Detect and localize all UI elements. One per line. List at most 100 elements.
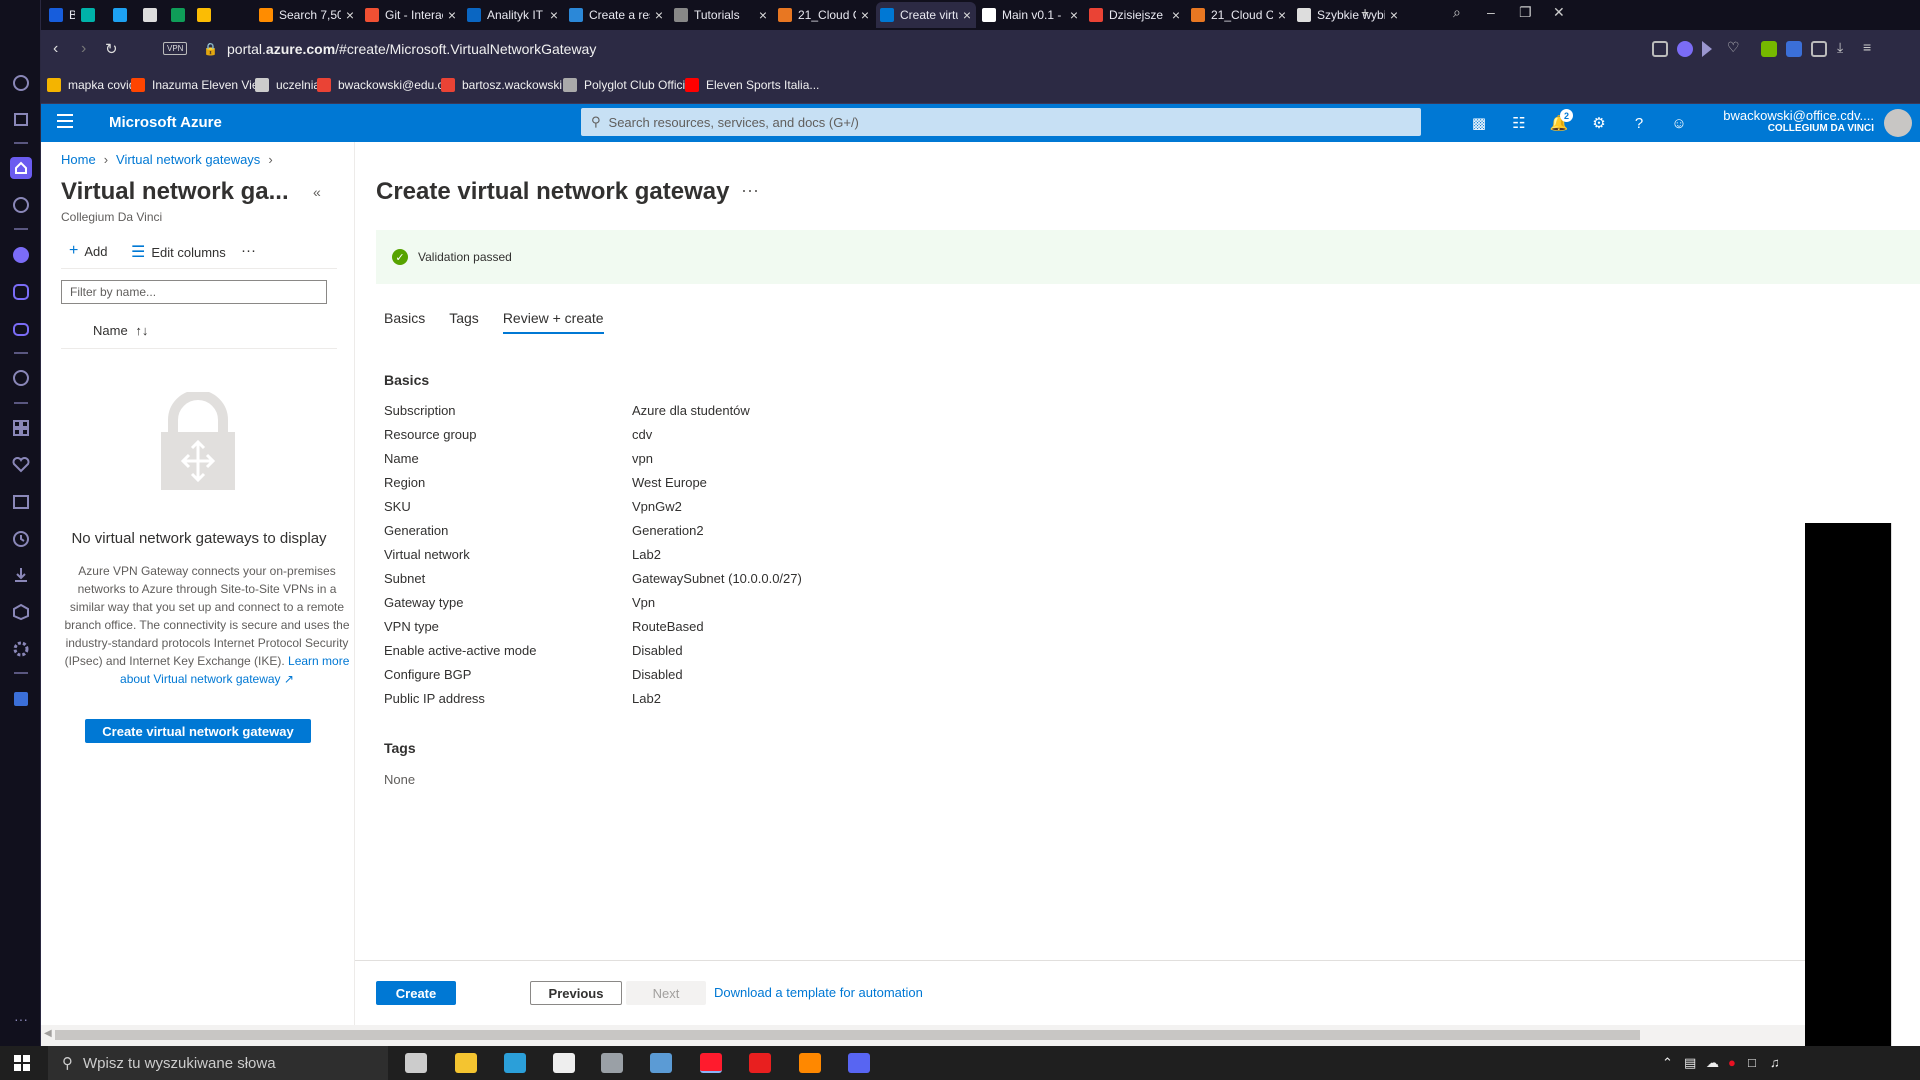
browser-tab[interactable]	[167, 2, 193, 28]
task-view-icon[interactable]	[405, 1053, 427, 1073]
scrollbar-thumb[interactable]	[55, 1030, 1640, 1040]
tab-tags[interactable]: Tags	[449, 310, 479, 334]
browser-tab[interactable]: Analityk IT - C×	[463, 2, 563, 28]
tab-close-icon[interactable]: ×	[1065, 7, 1083, 23]
column-header-name[interactable]: Name ↑↓	[93, 323, 148, 338]
apps-icon[interactable]	[10, 417, 32, 439]
shield-icon[interactable]	[1677, 41, 1693, 57]
browser-tab[interactable]: Dzisiejsze lab×	[1085, 2, 1185, 28]
menu-icon[interactable]: ≡	[1863, 39, 1879, 55]
browser-tab[interactable]	[109, 2, 137, 28]
filter-input[interactable]: Filter by name...	[61, 280, 327, 304]
chevron-up-icon[interactable]: ⌃	[1662, 1055, 1673, 1071]
browser-tab[interactable]: Main v0.1 - U×	[978, 2, 1083, 28]
opera-icon[interactable]	[700, 1053, 722, 1073]
more-icon[interactable]: ···	[741, 180, 759, 201]
download-icon[interactable]: ⤓	[1837, 39, 1853, 55]
camera-icon[interactable]	[1652, 41, 1668, 57]
network-icon[interactable]: □	[1748, 1055, 1756, 1070]
add-button[interactable]: + Add	[69, 242, 107, 260]
tab-basics[interactable]: Basics	[384, 310, 425, 334]
vpn-badge[interactable]: VPN	[163, 42, 188, 55]
tab-close-icon[interactable]: ×	[650, 7, 668, 23]
window-close-icon[interactable]: ✕	[1553, 4, 1565, 21]
player-icon[interactable]	[10, 367, 32, 389]
cloud-shell-icon[interactable]: ▩	[1469, 113, 1489, 133]
browser-tab[interactable]	[193, 2, 253, 28]
settings-icon[interactable]: ⚙	[1589, 113, 1609, 133]
reload-icon[interactable]: ↻	[105, 40, 118, 58]
browser-tab[interactable]: BW	[45, 2, 75, 28]
browser-tab[interactable]: Tutorials ×	[670, 2, 772, 28]
overlay-window-edge[interactable]	[1891, 523, 1920, 1046]
network-app-icon[interactable]	[650, 1053, 672, 1073]
smile-icon[interactable]	[10, 194, 32, 216]
heart-icon[interactable]	[10, 454, 32, 476]
browser-tab[interactable]: Search 7,500×	[255, 2, 359, 28]
store-icon[interactable]	[553, 1053, 575, 1073]
microphone-icon[interactable]: ●	[1728, 1055, 1736, 1070]
history-icon[interactable]	[10, 528, 32, 550]
tab-close-icon[interactable]: ×	[856, 7, 874, 23]
cube-icon[interactable]	[1811, 41, 1827, 57]
vlc-icon[interactable]	[799, 1053, 821, 1073]
tab-close-icon[interactable]: ×	[545, 7, 563, 23]
browser-tab[interactable]: Create a reso×	[565, 2, 668, 28]
global-search-input[interactable]: ⚲ Search resources, services, and docs (G…	[581, 108, 1421, 136]
more-icon[interactable]: ···	[10, 1008, 32, 1030]
discord-icon[interactable]	[848, 1053, 870, 1073]
discord-icon[interactable]	[10, 318, 32, 340]
acrobat-icon[interactable]	[749, 1053, 771, 1073]
url-field[interactable]: portal.azure.com/#create/Microsoft.Virtu…	[227, 41, 596, 57]
security-icon[interactable]	[601, 1053, 623, 1073]
browser-tab[interactable]: 21_Cloud Con×	[1187, 2, 1291, 28]
tab-close-icon[interactable]: ×	[443, 7, 461, 23]
horizontal-scrollbar[interactable]: ◀	[41, 1025, 1920, 1046]
bookmark-item[interactable]: bartosz.wackowski...	[441, 78, 572, 92]
volume-icon[interactable]: ♫	[1770, 1055, 1780, 1070]
bookmark-item[interactable]: mapka covid	[47, 78, 135, 92]
lock-icon[interactable]: 🔒	[203, 42, 218, 56]
instagram-icon[interactable]	[10, 281, 32, 303]
cloud-icon[interactable]: ☁	[1706, 1055, 1719, 1071]
workspace-icon[interactable]	[10, 108, 32, 130]
tab-review-create[interactable]: Review + create	[502, 310, 604, 334]
scroll-left-icon[interactable]: ◀	[44, 1028, 52, 1039]
restore-icon[interactable]: ❐	[1519, 4, 1532, 21]
vpn-ext-icon[interactable]	[1786, 41, 1802, 57]
collapse-icon[interactable]: «	[313, 184, 321, 200]
file-explorer-icon[interactable]	[455, 1053, 477, 1073]
forward-icon[interactable]: ›	[81, 40, 86, 58]
browser-tab[interactable]	[139, 2, 165, 28]
browser-tab[interactable]: Git - Interacti×	[361, 2, 461, 28]
extensions-icon[interactable]	[10, 601, 32, 623]
bookmark-item[interactable]: Eleven Sports Italia...	[685, 78, 819, 92]
bookmark-item[interactable]: bwackowski@edu.c...	[317, 78, 454, 92]
messenger-icon[interactable]	[10, 244, 32, 266]
bookmark-item[interactable]: Inazuma Eleven Vie...	[131, 78, 269, 92]
speed-dial-icon[interactable]	[10, 72, 32, 94]
previous-button[interactable]: Previous	[530, 981, 622, 1005]
tab-close-icon[interactable]: ×	[958, 7, 976, 23]
news-icon[interactable]	[10, 491, 32, 513]
create-button[interactable]: Create	[376, 981, 456, 1005]
tab-close-icon[interactable]: ×	[1167, 7, 1185, 23]
tab-close-icon[interactable]: ×	[341, 7, 359, 23]
next-button[interactable]: Next	[626, 981, 706, 1005]
downloads-icon[interactable]	[10, 564, 32, 586]
avatar[interactable]	[1884, 109, 1912, 137]
browser-tab[interactable]: 21_Cloud Con×	[774, 2, 874, 28]
breadcrumb-home[interactable]: Home	[61, 152, 96, 167]
new-tab-icon[interactable]: +	[1361, 4, 1369, 20]
send-icon[interactable]	[1702, 41, 1712, 57]
bookmark-item[interactable]: Polyglot Club Offici...	[563, 78, 695, 92]
create-gateway-button[interactable]: Create virtual network gateway	[85, 719, 311, 743]
tab-close-icon[interactable]: ×	[754, 7, 772, 23]
breadcrumb-gateways[interactable]: Virtual network gateways	[116, 152, 260, 167]
vpn-extension-icon[interactable]	[10, 688, 32, 710]
heart-outline-icon[interactable]: ♡	[1727, 39, 1743, 55]
back-icon[interactable]: ‹	[53, 40, 58, 58]
overlay-window[interactable]	[1805, 523, 1891, 1046]
settings-icon[interactable]	[10, 638, 32, 660]
account-menu[interactable]: bwackowski@office.cdv.... COLLEGIUM DA V…	[1723, 108, 1874, 134]
